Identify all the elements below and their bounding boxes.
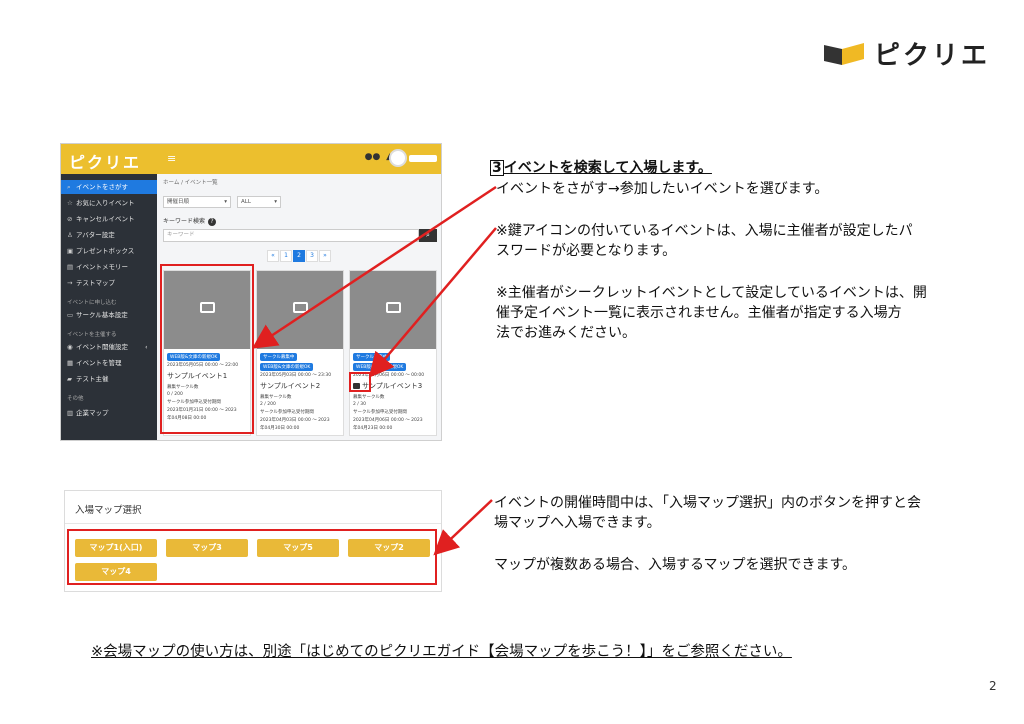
ban-icon: ⊘ bbox=[67, 215, 73, 223]
page-3[interactable]: 3 bbox=[306, 250, 318, 262]
event-card[interactable]: サークル募集中 WEB版&文庫の新規OK 2023年05月03日 00:00 ～… bbox=[256, 270, 344, 436]
step-number: 3 bbox=[490, 160, 504, 176]
page-next[interactable]: » bbox=[319, 250, 331, 262]
image-icon: ▤ bbox=[67, 263, 74, 271]
user-icon: ♙ bbox=[67, 231, 73, 239]
page-number: 2 bbox=[989, 679, 997, 693]
callout1-line: 催予定イベント一覧に表示されません。主催者が指定する入場方 bbox=[496, 305, 902, 321]
globe-icon: ◉ bbox=[67, 343, 73, 351]
step-heading: 3 イベントを検索して入場します。 bbox=[490, 160, 712, 176]
image-icon bbox=[293, 302, 308, 313]
search-icon: ⌕ bbox=[426, 231, 430, 239]
app-topbar: ピクリエ ≡ ●● ▲ bbox=[61, 144, 441, 174]
sidebar-item-search-events[interactable]: ⌕ イベントをさがす bbox=[61, 180, 157, 194]
event-image bbox=[350, 271, 436, 349]
event-card[interactable]: サークル募集中 WEB版&文庫の新規OK 2023年05月06日 00:00 ～… bbox=[349, 270, 437, 436]
sign-in-icon: → bbox=[67, 279, 73, 287]
sidebar-item-cancel-events[interactable]: ⊘ キャンセルイベント bbox=[61, 212, 157, 226]
status-badge: サークル募集中 bbox=[353, 353, 391, 361]
help-icon[interactable]: ? bbox=[208, 218, 217, 226]
chevron-left-icon: ‹ bbox=[145, 343, 148, 351]
sidebar-item-favorites[interactable]: ☆ お気に入りイベント bbox=[61, 196, 157, 210]
caret-down-icon: ▾ bbox=[224, 199, 227, 205]
sidebar-item-event-settings[interactable]: ◉ イベント開催設定 ‹ bbox=[61, 340, 157, 354]
monitor-icon: ▭ bbox=[67, 311, 74, 319]
map-select-title: 入場マップ選択 bbox=[75, 505, 142, 516]
page-prev[interactable]: « bbox=[267, 250, 279, 262]
callout1-line: ※鍵アイコンの付いているイベントは、入場に主催者が設定したパ bbox=[496, 223, 913, 239]
breadcrumb: ホーム / イベント一覧 bbox=[163, 180, 218, 186]
logo: ピクリエ bbox=[824, 37, 994, 71]
callout2-line: マップが複数ある場合、入場するマップを選択できます。 bbox=[494, 557, 857, 573]
sidebar-section-host: イベントを主催する bbox=[67, 332, 117, 338]
users-icon[interactable]: ●● bbox=[365, 152, 381, 162]
logo-text: ピクリエ bbox=[874, 40, 991, 71]
status-badge: WEB版&文庫の新規OK bbox=[260, 363, 314, 371]
keyword-input[interactable]: キーワード bbox=[163, 229, 419, 242]
image-icon bbox=[386, 302, 401, 313]
caret-down-icon: ▾ bbox=[274, 199, 277, 205]
user-name-bar bbox=[409, 155, 437, 162]
building-icon: ▥ bbox=[67, 409, 74, 417]
callout1-line: イベントをさがす→参加したいイベントを選びます。 bbox=[496, 181, 829, 197]
sidebar-section-other: その他 bbox=[67, 396, 84, 402]
category-select[interactable]: ALL ▾ bbox=[237, 196, 281, 208]
car-icon: ▰ bbox=[67, 375, 72, 383]
arrow-to-map-buttons bbox=[433, 499, 493, 556]
callout1-line: ※主催者がシークレットイベントとして設定しているイベントは、開 bbox=[496, 285, 927, 301]
highlight-box-map-buttons bbox=[67, 529, 437, 585]
event-info: 2023年04月03日 00:00 ～ 2023 bbox=[260, 418, 330, 423]
page-1[interactable]: 1 bbox=[280, 250, 292, 262]
sidebar-item-company-map[interactable]: ▥ 企業マップ bbox=[61, 406, 157, 420]
highlight-box-lock-icon bbox=[349, 372, 371, 392]
event-image bbox=[257, 271, 343, 349]
search-icon: ⌕ bbox=[67, 183, 71, 191]
event-info: 年04月30日 00:00 bbox=[260, 426, 300, 431]
callout2-line: 場マップへ入場できます。 bbox=[494, 515, 661, 531]
event-info: サークル参加申込受付期間 bbox=[353, 410, 407, 415]
pagination: « 1 2 3 » bbox=[267, 250, 331, 262]
callout1-line: 法でお進みください。 bbox=[496, 325, 636, 341]
sidebar-item-test-host[interactable]: ▰ テスト主催 bbox=[61, 372, 157, 386]
sidebar-item-circle-settings[interactable]: ▭ サークル基本設定 bbox=[61, 308, 157, 322]
sidebar-item-test-map[interactable]: → テストマップ bbox=[61, 276, 157, 290]
callout1-line: スワードが必要となります。 bbox=[496, 243, 677, 259]
app-brand: ピクリエ bbox=[69, 153, 142, 172]
sidebar-item-avatar[interactable]: ♙ アバター設定 bbox=[61, 228, 157, 242]
event-info: 募集サークル数 bbox=[353, 395, 385, 400]
keyword-label: キーワード検索? bbox=[163, 216, 217, 226]
event-info: 年04月23日 00:00 bbox=[353, 426, 393, 431]
status-badge: WEB版&文庫の新規OK bbox=[353, 363, 407, 371]
event-info: サークル参加申込受付期間 bbox=[260, 410, 314, 415]
event-name: サンプルイベント2 bbox=[260, 382, 321, 390]
star-icon: ☆ bbox=[67, 199, 73, 207]
status-badge: サークル募集中 bbox=[260, 353, 298, 361]
sort-order-select[interactable]: 開催日順 ▾ bbox=[163, 196, 231, 208]
event-date: 2023年05月03日 00:00 ～ 23:30 bbox=[260, 373, 332, 378]
logo-mark-icon bbox=[824, 41, 864, 65]
list-icon: ▦ bbox=[67, 359, 74, 367]
event-info: 募集サークル数 bbox=[260, 395, 292, 400]
sidebar-item-present-box[interactable]: ▣ プレゼントボックス bbox=[61, 244, 157, 258]
event-info: 2 / 30 bbox=[353, 402, 366, 407]
hamburger-menu-icon[interactable]: ≡ bbox=[167, 152, 176, 165]
event-info: 2023年04月06日 00:00 ～ 2023 bbox=[353, 418, 423, 423]
page-2[interactable]: 2 bbox=[293, 250, 305, 262]
sidebar: ⌕ イベントをさがす ☆ お気に入りイベント ⊘ キャンセルイベント ♙ アバター設定 … bbox=[61, 174, 157, 440]
event-info: 2 / 200 bbox=[260, 402, 276, 407]
gift-icon: ▣ bbox=[67, 247, 74, 255]
avatar[interactable] bbox=[389, 149, 407, 167]
sidebar-item-manage-events[interactable]: ▦ イベントを管理 bbox=[61, 356, 157, 370]
footer-note: ※会場マップの使い方は、別途「はじめてのピクリエガイド【会場マップを歩こう！】」… bbox=[91, 644, 792, 660]
divider bbox=[65, 523, 441, 524]
callout2-line: イベントの開催時間中は、「入場マップ選択」内のボタンを押すと会 bbox=[494, 495, 921, 511]
highlight-box-event-card bbox=[160, 264, 254, 434]
search-button[interactable]: ⌕ bbox=[419, 229, 437, 242]
sidebar-item-event-memory[interactable]: ▤ イベントメモリー bbox=[61, 260, 157, 274]
sidebar-section-apply: イベントに申し込む bbox=[67, 300, 117, 306]
